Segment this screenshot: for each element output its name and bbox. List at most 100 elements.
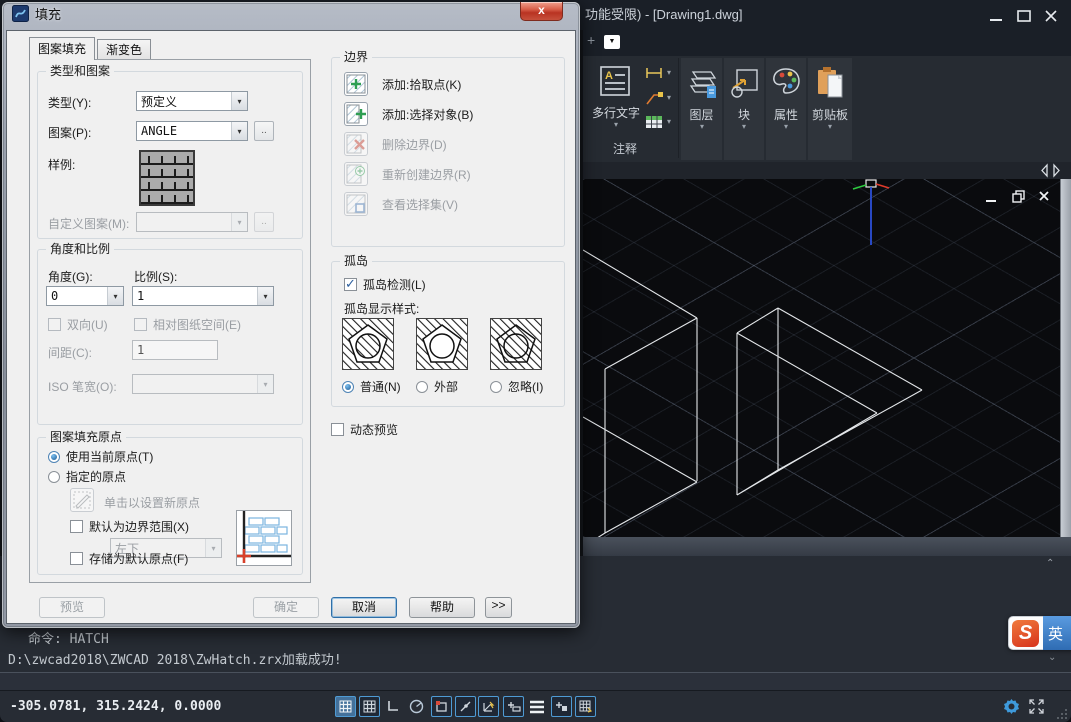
- spacing-input: 1: [132, 340, 218, 360]
- cancel-button[interactable]: 取消: [331, 597, 397, 618]
- default-extent-row[interactable]: 默认为边界范围(X): [70, 518, 189, 535]
- dynamic-preview-checkbox[interactable]: [331, 423, 344, 436]
- scale-combobox[interactable]: 1: [132, 286, 274, 306]
- chevron-down-icon: [231, 122, 247, 140]
- qat-plus-button[interactable]: +: [587, 32, 595, 48]
- status-menu-icon[interactable]: [529, 699, 545, 720]
- dimension-dropdown-icon[interactable]: [667, 68, 671, 77]
- add-select-objects-row[interactable]: 添加:选择对象(B): [344, 102, 473, 126]
- resize-grip[interactable]: [1056, 707, 1068, 722]
- snap-toggle-icon[interactable]: [359, 696, 380, 717]
- pattern-combobox[interactable]: ANGLE: [136, 121, 248, 141]
- relative-paperspace-label: 相对图纸空间(E): [153, 316, 241, 333]
- settings-gear-icon[interactable]: [1002, 697, 1021, 721]
- mdi-restore-icon[interactable]: [1011, 188, 1027, 209]
- add-pick-points-label: 添加:拾取点(K): [382, 76, 461, 93]
- tab-gradient[interactable]: 渐变色: [97, 39, 151, 60]
- command-input[interactable]: [0, 673, 1071, 690]
- properties-dropdown-icon[interactable]: [779, 122, 793, 131]
- help-button[interactable]: 帮助: [409, 597, 475, 618]
- table-dropdown-icon[interactable]: [667, 117, 671, 126]
- pattern-sample-swatch[interactable]: [139, 150, 195, 206]
- vertical-scrollbar[interactable]: [1060, 179, 1071, 537]
- pattern-browse-button[interactable]: ..: [254, 121, 274, 141]
- ime-indicator[interactable]: S 英: [1008, 616, 1071, 650]
- close-icon[interactable]: [1040, 8, 1062, 24]
- store-default-row[interactable]: 存储为默认原点(F): [70, 550, 188, 567]
- add-pick-points-row[interactable]: 添加:拾取点(K): [344, 72, 461, 96]
- island-style-normal-image[interactable]: [342, 318, 394, 370]
- panel-block[interactable]: 块: [724, 58, 764, 160]
- store-default-checkbox[interactable]: [70, 552, 83, 565]
- remove-boundary-icon: [344, 132, 368, 156]
- panel-clipboard[interactable]: 剪贴板: [808, 58, 852, 160]
- island-detect-row[interactable]: 孤岛检测(L): [344, 276, 426, 293]
- island-outer-radio[interactable]: [416, 381, 428, 393]
- tab-hatch[interactable]: 图案填充: [29, 37, 95, 60]
- dimension-icon[interactable]: [645, 65, 663, 86]
- clipboard-dropdown-icon[interactable]: [823, 122, 837, 131]
- drawing-canvas[interactable]: [583, 179, 1060, 537]
- ime-collapse-icon[interactable]: ⌄: [1048, 652, 1056, 663]
- specified-origin-row[interactable]: 指定的原点: [48, 468, 126, 485]
- osnap-toggle-icon[interactable]: [431, 696, 452, 717]
- table-icon[interactable]: [645, 114, 663, 135]
- panel-properties[interactable]: 属性: [766, 58, 806, 160]
- layer-icon: [687, 66, 717, 105]
- island-detect-label: 孤岛检测(L): [363, 276, 426, 293]
- island-normal-radio[interactable]: [342, 381, 354, 393]
- island-ignore-radio[interactable]: [490, 381, 502, 393]
- leader-icon[interactable]: [645, 90, 663, 111]
- dyninput-toggle-icon[interactable]: [503, 696, 524, 717]
- use-current-origin-row[interactable]: 使用当前原点(T): [48, 448, 153, 465]
- island-style-ignore-image[interactable]: [490, 318, 542, 370]
- dynamic-preview-row[interactable]: 动态预览: [331, 421, 398, 438]
- mtext-button[interactable]: 多行文字: [587, 104, 645, 121]
- coordinates-readout: -305.0781, 315.2424, 0.0000: [10, 699, 221, 714]
- type-combobox[interactable]: 预定义: [136, 91, 248, 111]
- dynamic-preview-label: 动态预览: [350, 421, 398, 438]
- island-outer-row[interactable]: 外部: [416, 378, 458, 395]
- use-current-origin-label: 使用当前原点(T): [66, 448, 153, 465]
- default-extent-checkbox[interactable]: [70, 520, 83, 533]
- island-style-outer-image[interactable]: [416, 318, 468, 370]
- command-collapse-icon[interactable]: ⌃: [1046, 558, 1054, 569]
- angle-label: 角度(G):: [48, 268, 93, 285]
- ortho-toggle-icon[interactable]: [382, 696, 403, 717]
- minimize-icon[interactable]: [985, 8, 1007, 24]
- iso-penwidth-label: ISO 笔宽(O):: [48, 378, 117, 395]
- block-button-label: 块: [724, 106, 764, 123]
- polar-toggle-icon[interactable]: [406, 696, 427, 717]
- qat-dropdown-icon[interactable]: ▼: [604, 35, 620, 49]
- island-detect-checkbox[interactable]: [344, 278, 357, 291]
- use-current-origin-radio[interactable]: [48, 451, 60, 463]
- island-ignore-row[interactable]: 忽略(I): [490, 378, 543, 395]
- maximize-icon[interactable]: [1013, 8, 1035, 24]
- add-pick-points-icon[interactable]: [344, 72, 368, 96]
- more-options-button[interactable]: >>: [485, 597, 512, 618]
- isodraft-toggle-icon[interactable]: [575, 696, 596, 717]
- autotrack-toggle-icon[interactable]: [478, 696, 499, 717]
- angle-combobox[interactable]: 0: [46, 286, 124, 306]
- leader-dropdown-icon[interactable]: [667, 93, 671, 102]
- island-normal-row[interactable]: 普通(N): [342, 378, 401, 395]
- set-new-origin-label: 单击以设置新原点: [104, 494, 200, 511]
- selection-cycling-icon[interactable]: [551, 696, 572, 717]
- block-dropdown-icon[interactable]: [737, 122, 751, 131]
- mtext-icon[interactable]: A: [600, 66, 630, 101]
- layer-dropdown-icon[interactable]: [695, 122, 709, 131]
- mdi-close-icon[interactable]: [1036, 188, 1052, 209]
- dialog-body: 图案填充 渐变色 类型和图案 类型(Y): 预定义 图案(P): ANGLE .…: [6, 30, 576, 624]
- relative-checkbox-row: 相对图纸空间(E): [134, 316, 241, 333]
- ime-language-badge[interactable]: 英: [1043, 616, 1071, 650]
- dialog-close-button[interactable]: x: [520, 2, 563, 21]
- add-select-objects-icon[interactable]: [344, 102, 368, 126]
- grid-toggle-icon[interactable]: [335, 696, 356, 717]
- osnap-tracking-icon[interactable]: [455, 696, 476, 717]
- horizontal-scrollbar[interactable]: [583, 537, 1071, 556]
- mtext-dropdown-icon[interactable]: [609, 120, 623, 129]
- specified-origin-radio[interactable]: [48, 471, 60, 483]
- panel-layer[interactable]: 图层: [681, 58, 722, 160]
- mdi-minimize-icon[interactable]: [983, 191, 999, 210]
- fullscreen-icon[interactable]: [1028, 698, 1045, 720]
